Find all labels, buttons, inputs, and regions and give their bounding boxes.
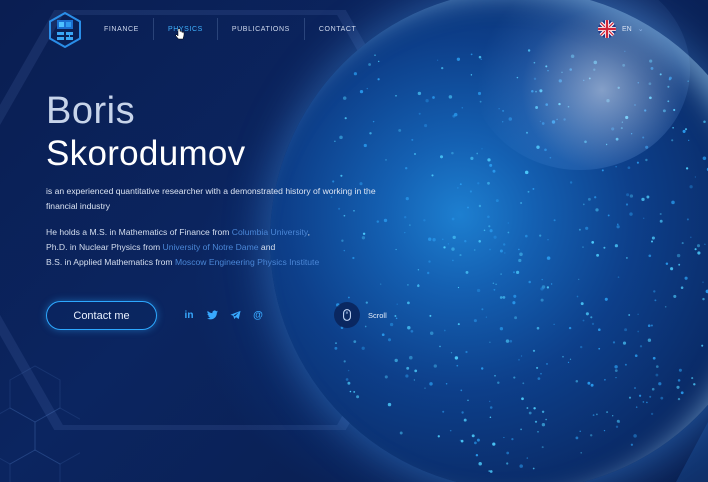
scroll-indicator[interactable]: Scroll [334, 302, 387, 328]
hero-intro: is an experienced quantitative researche… [46, 186, 376, 211]
hexagon-edge [676, 422, 708, 482]
language-label: EN [622, 25, 632, 33]
contact-me-button[interactable]: Contact me [46, 301, 157, 330]
telegram-icon[interactable] [229, 309, 241, 321]
nav-item-contact[interactable]: CONTACT [305, 18, 371, 40]
institution-link-mephi[interactable]: Moscow Engineering Physics Institute [175, 257, 319, 267]
twitter-icon[interactable] [206, 309, 218, 321]
hero-first-name: Boris [46, 90, 136, 132]
education-line: Ph.D. in Nuclear Physics from University… [46, 242, 276, 252]
nav-item-publications[interactable]: PUBLICATIONS [218, 18, 305, 40]
hexagon-pattern [0, 365, 80, 482]
social-links: in @ [183, 309, 264, 321]
education-line: He holds a M.S. in Mathematics of Financ… [46, 227, 310, 237]
logo-icon[interactable] [48, 12, 82, 48]
page: FINANCE PHYSICS PUBLICATIONS CONTACT EN … [0, 0, 708, 482]
mouse-scroll-icon [334, 302, 360, 328]
scroll-label: Scroll [368, 310, 387, 320]
linkedin-icon[interactable]: in [183, 309, 195, 321]
uk-flag-icon [598, 20, 616, 38]
education-line: B.S. in Applied Mathematics from Moscow … [46, 257, 320, 267]
education-text: He holds a M.S. in Mathematics of Financ… [46, 225, 386, 270]
hero-last-name: Skorodumov [46, 134, 246, 173]
email-icon[interactable]: @ [252, 309, 264, 321]
nav-item-finance[interactable]: FINANCE [90, 18, 154, 40]
institution-link-columbia[interactable]: Columbia University [232, 227, 308, 237]
language-switcher[interactable]: EN ⌄ [598, 20, 644, 38]
chevron-down-icon: ⌄ [637, 26, 644, 33]
institution-link-notre-dame[interactable]: University of Notre Dame [163, 242, 259, 252]
main-nav: FINANCE PHYSICS PUBLICATIONS CONTACT [90, 18, 370, 40]
nav-item-physics[interactable]: PHYSICS [154, 18, 218, 40]
mouse-cursor-icon [175, 28, 185, 40]
